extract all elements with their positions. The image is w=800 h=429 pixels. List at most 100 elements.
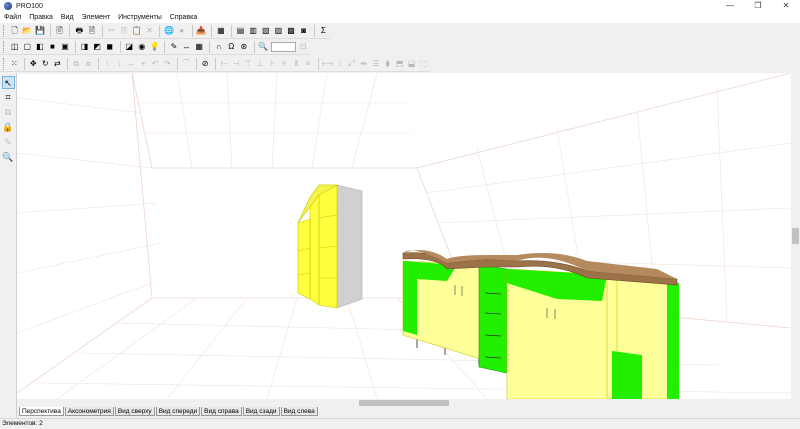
new-file-icon[interactable]: 🗋: [9, 25, 21, 37]
spacing-icon[interactable]: ⇹: [358, 58, 369, 70]
solid-icon[interactable]: ■: [47, 41, 59, 53]
shaded-icon[interactable]: ◧: [34, 41, 46, 53]
kitchen-counter[interactable]: [402, 250, 679, 399]
edit-tool-icon[interactable]: ✎: [2, 136, 15, 149]
up-icon[interactable]: ↑: [102, 58, 113, 70]
rotate-icon[interactable]: ↻: [40, 58, 51, 70]
distribute-h-icon[interactable]: ⫴: [291, 58, 302, 70]
toolbar-grip[interactable]: [3, 40, 6, 53]
save-icon[interactable]: 💾: [34, 25, 46, 37]
cut-list-icon[interactable]: ▧: [260, 25, 272, 37]
sphere-icon[interactable]: ●: [176, 25, 188, 37]
shadow-icon[interactable]: ◪: [124, 41, 136, 53]
wireframe-icon[interactable]: ▢: [22, 41, 34, 53]
export-icon[interactable]: ▨: [273, 25, 285, 37]
tab-axonometry[interactable]: Аксонометрия: [64, 407, 114, 416]
copy-icon[interactable]: ⎘: [118, 25, 130, 37]
texture-icon[interactable]: ▣: [59, 41, 71, 53]
globe-icon[interactable]: 🌐: [163, 25, 175, 37]
right-panel-icon[interactable]: ◩: [91, 41, 103, 53]
arc-icon[interactable]: ⌒: [181, 58, 192, 70]
list-icon[interactable]: ▥: [247, 25, 259, 37]
toolbar-grip[interactable]: [3, 24, 6, 37]
order-icon[interactable]: ▩: [285, 25, 297, 37]
page-setup-icon[interactable]: 🗎: [86, 25, 98, 37]
zoom-tool-icon[interactable]: 🔍: [2, 151, 15, 164]
3d-viewport[interactable]: [17, 73, 791, 399]
snap-grid-icon[interactable]: ⬚: [418, 58, 429, 70]
copy-tool-icon[interactable]: ⧉: [2, 106, 15, 119]
tall-cabinet[interactable]: [297, 184, 363, 309]
menu-file[interactable]: Файл: [4, 14, 21, 21]
print-icon[interactable]: 🖶: [73, 25, 85, 37]
brush-icon[interactable]: ✎: [168, 41, 180, 53]
vertical-scrollbar[interactable]: [791, 73, 800, 399]
calculator-icon[interactable]: ▦: [215, 25, 227, 37]
vertical-scroll-thumb[interactable]: [792, 228, 799, 244]
paste-icon[interactable]: 📋: [131, 25, 143, 37]
order-back-icon[interactable]: ⬓: [406, 58, 417, 70]
lock-tool-icon[interactable]: 🔒: [2, 121, 15, 134]
grid-dots-icon[interactable]: ⁙: [9, 58, 20, 70]
menu-help[interactable]: Справка: [170, 14, 197, 21]
delete-icon[interactable]: ✕: [144, 25, 156, 37]
cube-icon[interactable]: ◼: [104, 41, 116, 53]
align-middle-icon[interactable]: ⊦: [267, 58, 278, 70]
tab-top-view[interactable]: Вид сверху: [114, 407, 155, 416]
maximize-button[interactable]: ❐: [744, 0, 772, 12]
grid-icon[interactable]: ▦: [193, 41, 205, 53]
align-right-icon[interactable]: ⊤: [243, 58, 254, 70]
align-left-icon[interactable]: ⊢: [219, 58, 230, 70]
size-width-icon[interactable]: ⟷: [322, 58, 333, 70]
menu-edit[interactable]: Правка: [29, 14, 53, 21]
tab-front-view[interactable]: Вид спереди: [155, 407, 201, 416]
rotate-left-icon[interactable]: ↶: [150, 58, 161, 70]
group-icon[interactable]: ⧉: [71, 58, 82, 70]
scene-canvas[interactable]: [17, 73, 791, 399]
left-panel-icon[interactable]: ◨: [79, 41, 91, 53]
size-height-icon[interactable]: ↕: [334, 58, 345, 70]
tab-back-view[interactable]: Вид сзади: [242, 407, 280, 416]
horizontal-scrollbar[interactable]: [17, 399, 791, 407]
order-front-icon[interactable]: ⬒: [394, 58, 405, 70]
rotate-right-icon[interactable]: ↷: [162, 58, 173, 70]
light-icon[interactable]: ◉: [136, 41, 148, 53]
close-button[interactable]: ✕: [772, 0, 800, 12]
ungroup-icon[interactable]: ⧈: [83, 58, 94, 70]
align-top-icon[interactable]: ⊥: [255, 58, 266, 70]
stop-icon[interactable]: ⊘: [200, 58, 211, 70]
horizontal-scroll-thumb[interactable]: [359, 400, 449, 406]
distribute-v-icon[interactable]: ≡: [303, 58, 314, 70]
align-bottom-icon[interactable]: ⊧: [279, 58, 290, 70]
print-preview-icon[interactable]: 🖹: [54, 25, 66, 37]
dimension-icon[interactable]: ↔: [181, 41, 193, 53]
down-icon[interactable]: ↓: [114, 58, 125, 70]
report-icon[interactable]: ▤: [235, 25, 247, 37]
select-tool-icon[interactable]: ↖: [1, 76, 15, 89]
menu-view[interactable]: Вид: [61, 14, 74, 21]
stack-icon[interactable]: ☰: [370, 58, 381, 70]
library-icon[interactable]: 📥: [195, 25, 207, 37]
lifebuoy-icon[interactable]: ⊛: [238, 41, 250, 53]
open-folder-icon[interactable]: 📂: [22, 25, 34, 37]
align-center-icon[interactable]: ⊣: [231, 58, 242, 70]
walls-tool-icon[interactable]: ⌗: [2, 91, 15, 104]
magnet-icon[interactable]: ∩: [213, 41, 225, 53]
left-right-icon[interactable]: ↔: [126, 58, 137, 70]
move-icon[interactable]: ✥: [28, 58, 39, 70]
size-depth-icon[interactable]: ⤢: [346, 58, 357, 70]
box-view-icon[interactable]: ◫: [9, 41, 21, 53]
tab-right-view[interactable]: Вид справа: [201, 407, 242, 416]
minimize-button[interactable]: —: [716, 0, 744, 12]
zoom-icon[interactable]: 🔍: [258, 41, 270, 53]
menu-tools[interactable]: Инструменты: [118, 14, 162, 21]
tab-left-view[interactable]: Вид слева: [280, 407, 318, 416]
plus-icon[interactable]: +: [138, 58, 149, 70]
arrange-icon[interactable]: ⧫: [382, 58, 393, 70]
mirror-icon[interactable]: ⇄: [52, 58, 63, 70]
tab-perspective[interactable]: Перспектива: [19, 407, 64, 416]
snap-icon[interactable]: Ω: [225, 41, 237, 53]
sigma-icon[interactable]: Σ: [318, 25, 330, 37]
zoom-reset-icon[interactable]: ⊡: [297, 41, 309, 53]
price-icon[interactable]: ◙: [298, 25, 310, 37]
